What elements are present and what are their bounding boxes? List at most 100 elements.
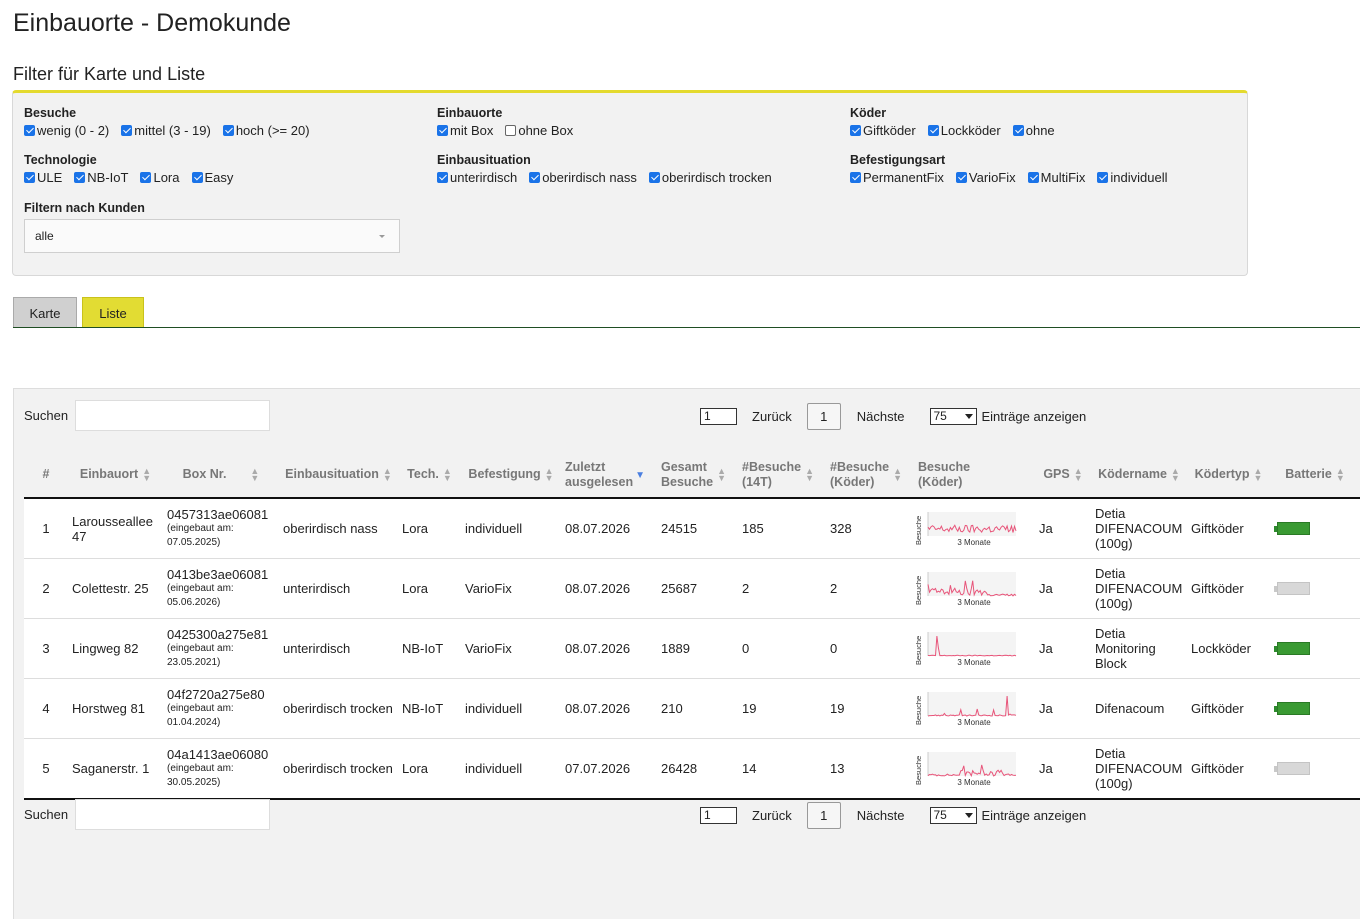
sparkline-chart[interactable]: Besuche 3 Monate: [914, 747, 1020, 787]
filter-einbauorte-option[interactable]: mit Box: [437, 123, 493, 138]
filter-einbausituation-option[interactable]: oberirdisch trocken: [648, 170, 772, 185]
filter-befestigungsart-option[interactable]: PermanentFix: [850, 170, 944, 185]
next-link-bottom[interactable]: Nächste: [857, 808, 905, 823]
checkbox-checked[interactable]: [24, 172, 35, 183]
col-koedername[interactable]: Ködername ▲ ▼: [1091, 452, 1187, 499]
table-row[interactable]: 2 Colettestr. 25 0413be3ae06081 (eingebaut …: [24, 558, 1360, 619]
battery-body: [1277, 702, 1310, 715]
search-input-bottom[interactable]: [75, 799, 271, 830]
col-situation[interactable]: Einbausituation ▲ ▼: [279, 452, 398, 499]
back-link[interactable]: Zurück: [752, 409, 792, 424]
col-besuche-koeder[interactable]: #Besuche (Köder) ▲ ▼: [826, 452, 914, 499]
checkbox-checked[interactable]: [191, 172, 203, 183]
filter-koeder-label: Köder: [850, 106, 887, 120]
chevron-down-icon: [379, 235, 385, 238]
filter-technologie-option[interactable]: NB-IoT: [74, 170, 128, 185]
col-zuletzt-label-2: ausgelesen: [565, 474, 634, 489]
cell-box: 04f2720a275e80 (eingebaut am: 01.04.2024): [163, 678, 279, 739]
col-num[interactable]: #: [24, 452, 68, 499]
checkbox-checked[interactable]: [1012, 125, 1024, 136]
col-zuletzt[interactable]: Zuletzt ausgelesen ▼: [561, 452, 657, 499]
pagination-bottom: 1 Zurück 1 Nächste 75 Einträge anzeigen: [700, 802, 1086, 829]
table-row[interactable]: 1 Larousseallee 47 0457313ae06081 (eingebau…: [24, 498, 1360, 559]
search-label: Suchen: [24, 408, 69, 423]
filter-befestigungsart-option[interactable]: MultiFix: [1027, 170, 1085, 185]
back-link-bottom[interactable]: Zurück: [752, 808, 792, 823]
checkbox-checked[interactable]: [1097, 172, 1109, 183]
checkbox-checked[interactable]: [850, 125, 861, 136]
checkbox-checked[interactable]: [850, 172, 861, 183]
col-box[interactable]: Box Nr. ▲ ▼: [163, 452, 279, 499]
table-row[interactable]: 3 Lingweg 82 0425300a275e81 (eingebaut am: …: [24, 618, 1360, 679]
cell-koedertyp: Giftköder: [1187, 678, 1270, 739]
sparkline-chart[interactable]: Besuche 3 Monate: [914, 627, 1020, 667]
sparkline-chart[interactable]: Besuche 3 Monate: [914, 687, 1020, 727]
filter-koeder-option[interactable]: Giftköder: [850, 123, 916, 138]
cell-besuche-14t: 14: [738, 738, 826, 800]
kunden-select[interactable]: alle: [24, 219, 400, 253]
sparkline-xlabel: 3 Monate: [957, 598, 991, 607]
col-tech[interactable]: Tech. ▲ ▼: [398, 452, 461, 499]
cell-num: 2: [24, 558, 68, 619]
sort-icon: ▲ ▼: [1170, 465, 1180, 483]
col-gps[interactable]: GPS ▲ ▼: [1035, 452, 1091, 499]
sparkline-chart[interactable]: Besuche 3 Monate: [914, 567, 1020, 607]
box-eingebaut: (eingebaut am: 05.06.2026): [167, 583, 234, 608]
filter-einbausituation-option[interactable]: oberirdisch nass: [529, 170, 637, 185]
checkbox-checked[interactable]: [648, 172, 660, 183]
filter-einbausituation: Einbausituation unterirdisch oberirdisch …: [437, 153, 772, 185]
battery-icon: [1274, 762, 1356, 775]
filter-technologie-option[interactable]: Lora: [140, 170, 180, 185]
checkbox-checked[interactable]: [927, 125, 939, 136]
filter-koeder-option[interactable]: ohne: [1012, 123, 1055, 138]
checkbox-checked[interactable]: [955, 172, 967, 183]
checkbox-unchecked[interactable]: [505, 125, 517, 136]
filter-befestigungsart-option[interactable]: VarioFix: [955, 170, 1016, 185]
page-button[interactable]: 1: [806, 403, 841, 430]
tab-karte[interactable]: Karte: [13, 297, 77, 328]
cell-situation: oberirdisch nass: [279, 498, 398, 559]
checkbox-checked[interactable]: [437, 125, 448, 136]
filter-einbauorte-option[interactable]: ohne Box: [505, 123, 573, 138]
filter-technologie-option[interactable]: ULE: [24, 170, 62, 185]
page-input[interactable]: 1: [700, 408, 737, 425]
page-input-bottom[interactable]: 1: [700, 807, 737, 824]
checkbox-checked[interactable]: [121, 125, 133, 136]
filter-koeder-option[interactable]: Lockköder: [927, 123, 1001, 138]
filter-besuche-option[interactable]: mittel (3 - 19): [121, 123, 211, 138]
tab-liste[interactable]: Liste: [82, 297, 144, 328]
checkbox-checked[interactable]: [1027, 172, 1039, 183]
col-box-label: Box Nr.: [182, 467, 227, 481]
col-koedertyp[interactable]: Ködertyp ▲ ▼: [1187, 452, 1270, 499]
search-input[interactable]: [75, 400, 271, 431]
col-befestigung[interactable]: Befestigung ▲ ▼: [461, 452, 561, 499]
filter-technologie-option[interactable]: Easy: [191, 170, 233, 185]
entries-select-bottom[interactable]: 75: [930, 807, 978, 824]
entries-select[interactable]: 75: [930, 408, 978, 425]
table-row[interactable]: 4 Horstweg 81 04f2720a275e80 (eingebaut am:…: [24, 678, 1360, 739]
checkbox-checked[interactable]: [437, 172, 448, 183]
checkbox-checked[interactable]: [24, 125, 35, 136]
filter-besuche-option[interactable]: wenig (0 - 2): [24, 123, 109, 138]
cell-besuche-koeder: 19: [826, 678, 914, 739]
checkbox-checked[interactable]: [222, 125, 234, 136]
tab-divider: [13, 327, 1360, 328]
checkbox-checked[interactable]: [140, 172, 152, 183]
filter-einbausituation-option[interactable]: unterirdisch: [437, 170, 517, 185]
table-row[interactable]: 5 Saganerstr. 1 04a1413ae06080 (eingebaut a…: [24, 738, 1360, 800]
col-gesamt[interactable]: Gesamt Besuche ▲ ▼: [657, 452, 738, 499]
filter-panel: Besuche wenig (0 - 2) mittel (3 - 19) hoch…: [12, 90, 1248, 276]
cell-gps: Ja: [1035, 738, 1091, 800]
cell-besuche-koeder: 0: [826, 618, 914, 679]
checkbox-checked[interactable]: [529, 172, 541, 183]
col-besuche-14t[interactable]: #Besuche (14T) ▲ ▼: [738, 452, 826, 499]
sparkline-chart[interactable]: Besuche 3 Monate: [914, 507, 1020, 547]
filter-besuche-option[interactable]: hoch (>= 20): [222, 123, 310, 138]
page-button-bottom[interactable]: 1: [806, 802, 841, 829]
col-befestigung-label: Befestigung: [468, 467, 541, 481]
checkbox-checked[interactable]: [74, 172, 86, 183]
filter-befestigungsart-option[interactable]: individuell: [1097, 170, 1168, 185]
col-batterie[interactable]: Batterie ▲ ▼: [1270, 452, 1360, 499]
col-einbauort[interactable]: Einbauort ▲ ▼: [68, 452, 163, 499]
next-link[interactable]: Nächste: [857, 409, 905, 424]
